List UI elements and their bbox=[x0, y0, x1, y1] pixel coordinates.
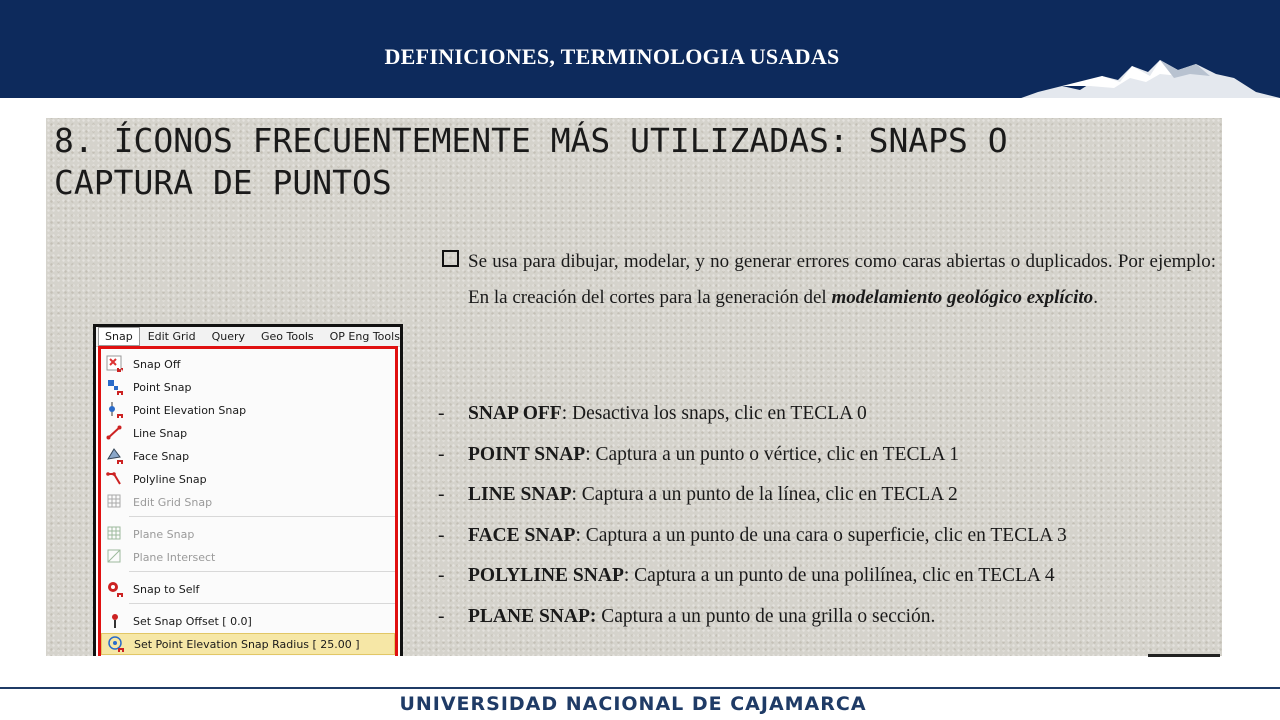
menu-item-face-snap[interactable]: Face Snap bbox=[101, 445, 395, 467]
menu-item-label: Point Snap bbox=[133, 380, 192, 394]
slide-title-line-2: CAPTURA DE PUNTOS bbox=[54, 163, 392, 202]
line-snap-icon bbox=[105, 424, 125, 442]
header-bar: DEFINICIONES, TERMINOLOGIA USADAS bbox=[0, 0, 1280, 98]
definition-item: - SNAP OFF: Desactiva los snaps, clic en … bbox=[438, 403, 867, 424]
menu-snap[interactable]: Snap bbox=[98, 327, 140, 346]
definition-item: - PLANE SNAP: Captura a un punto de una g… bbox=[438, 605, 936, 627]
menu-item-set-point-elevation-snap-radius[interactable]: Set Point Elevation Snap Radius [ 25.00 … bbox=[101, 633, 395, 655]
definition-term: SNAP OFF bbox=[468, 403, 562, 424]
point-elevation-snap-icon bbox=[105, 401, 125, 419]
menu-separator bbox=[129, 603, 395, 604]
menu-item-point-snap[interactable]: Point Snap bbox=[101, 376, 395, 398]
menu-item-polyline-snap[interactable]: Polyline Snap bbox=[101, 468, 395, 490]
slide-title-line-1: 8. ÍCONOS FRECUENTEMENTE MÁS UTILIZADAS:… bbox=[54, 121, 1008, 160]
definition-term: POLYLINE SNAP bbox=[468, 565, 624, 586]
polyline-snap-icon bbox=[105, 470, 125, 488]
menu-item-plane-intersect: Plane Intersect bbox=[101, 546, 395, 568]
menu-item-label: Plane Snap bbox=[133, 527, 195, 541]
menu-item-line-snap[interactable]: Line Snap bbox=[101, 422, 395, 444]
snap-to-self-icon bbox=[105, 580, 125, 598]
definition-term: LINE SNAP bbox=[468, 484, 572, 505]
definition-item: - POINT SNAP: Captura a un punto o vértic… bbox=[438, 443, 960, 465]
definition-term: PLANE SNAP: bbox=[468, 605, 597, 627]
menu-item-label: Polyline Snap bbox=[133, 472, 207, 486]
edit-grid-snap-icon bbox=[105, 493, 125, 511]
menu-item-label: Snap to Self bbox=[133, 582, 200, 596]
definition-desc: : Captura a un punto de una polilínea, c… bbox=[623, 565, 1055, 586]
definition-desc: : Captura a un punto de la línea, clic e… bbox=[571, 484, 958, 505]
menu-edit-grid[interactable]: Edit Grid bbox=[140, 330, 204, 343]
definition-term: POINT SNAP bbox=[468, 443, 586, 465]
menu-item-snap-to-self[interactable]: Snap to Self bbox=[101, 578, 395, 600]
menu-item-label: Line Snap bbox=[133, 426, 188, 440]
definition-desc: : Captura a un punto o vértice, clic en … bbox=[585, 443, 960, 465]
menu-item-label: Face Snap bbox=[133, 449, 190, 463]
menu-item-plane-snap: Plane Snap bbox=[101, 523, 395, 545]
footer-divider bbox=[0, 687, 1280, 689]
menu-item-point-elevation-snap[interactable]: Point Elevation Snap bbox=[101, 399, 395, 421]
face-snap-icon bbox=[105, 447, 125, 465]
definition-term: FACE SNAP bbox=[468, 524, 576, 546]
menu-item-set-snap-offset[interactable]: Set Snap Offset [ 0.0] bbox=[101, 610, 395, 632]
menu-item-label: Set Snap Offset [ 0.0] bbox=[133, 614, 252, 628]
slide-title: 8. ÍCONOS FRECUENTEMENTE MÁS UTILIZADAS:… bbox=[54, 120, 1204, 204]
intro-suffix: . bbox=[1093, 287, 1098, 308]
menu-query[interactable]: Query bbox=[204, 330, 253, 343]
slide-corner-mark bbox=[1148, 654, 1220, 657]
snap-off-icon bbox=[105, 355, 125, 373]
plane-intersect-icon bbox=[105, 548, 125, 566]
menu-item-snap-off[interactable]: Snap Off bbox=[101, 353, 395, 375]
menu-bar: Snap Edit Grid Query Geo Tools OP Eng To… bbox=[96, 327, 400, 347]
menu-item-label: Point Elevation Snap bbox=[133, 403, 247, 417]
menu-item-label: Snap Off bbox=[133, 357, 181, 371]
definition-desc: : Desactiva los snaps, clic en TECLA 0 bbox=[561, 403, 867, 424]
definition-desc: : Captura a un punto de una cara o super… bbox=[575, 524, 1067, 546]
mountains-logo bbox=[1021, 60, 1280, 98]
point-snap-icon bbox=[105, 378, 125, 396]
definition-item: - FACE SNAP: Captura a un punto de una ca… bbox=[438, 524, 1067, 546]
footer-university: UNIVERSIDAD NACIONAL DE CAJAMARCA bbox=[399, 693, 867, 715]
snap-offset-icon bbox=[105, 612, 125, 630]
definition-desc: Captura a un punto de una grilla o secci… bbox=[596, 605, 936, 627]
menu-geo-tools[interactable]: Geo Tools bbox=[253, 330, 322, 343]
menu-item-label: Plane Intersect bbox=[133, 550, 216, 564]
snap-dropdown: Snap Off Point Snap Point Elevation Snap… bbox=[98, 346, 398, 656]
intro-emphasis: modelamiento geológico explícito bbox=[831, 287, 1094, 308]
menu-separator bbox=[129, 571, 395, 572]
menu-item-label: Set Point Elevation Snap Radius [ 25.00 … bbox=[134, 637, 360, 651]
definitions-list: - SNAP OFF: Desactiva los snaps, clic en … bbox=[438, 394, 1218, 637]
definition-item: - POLYLINE SNAP: Captura a un punto de un… bbox=[438, 565, 1055, 586]
plane-snap-icon bbox=[105, 525, 125, 543]
intro-paragraph: Se usa para dibujar, modelar, y no gener… bbox=[442, 244, 1216, 316]
menu-item-edit-grid-snap: Edit Grid Snap bbox=[101, 491, 395, 513]
menu-separator bbox=[129, 516, 395, 517]
menu-item-label: Edit Grid Snap bbox=[133, 495, 213, 509]
snap-menu-screenshot: Snap Edit Grid Query Geo Tools OP Eng To… bbox=[93, 324, 403, 656]
menu-op-eng-tools[interactable]: OP Eng Tools bbox=[322, 330, 400, 343]
definition-item: - LINE SNAP: Captura a un punto de la lín… bbox=[438, 484, 958, 505]
snap-radius-icon bbox=[106, 635, 126, 653]
